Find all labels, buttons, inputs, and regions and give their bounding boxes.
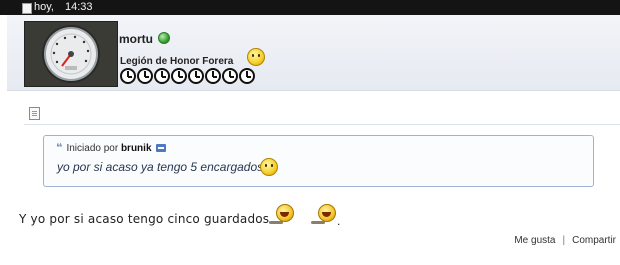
smiley-icon <box>247 48 265 66</box>
avatar[interactable] <box>24 21 118 87</box>
quote-marks-icon: ❝ <box>56 142 63 154</box>
quote-author-link[interactable]: brunik <box>121 143 152 154</box>
clock-badge-icon <box>154 68 170 84</box>
post-icon <box>29 107 40 120</box>
clock-badge-icon <box>120 68 136 84</box>
clock-badge-icon <box>188 68 204 84</box>
goto-post-icon[interactable] <box>155 144 166 152</box>
post-trailing: . <box>337 214 341 228</box>
action-separator: | <box>562 235 566 246</box>
clock-badge-icon <box>205 68 221 84</box>
share-button[interactable]: Compartir <box>572 235 616 246</box>
post-time: 14:33 <box>65 1 93 13</box>
post-divider <box>24 124 620 125</box>
post-message: Y yo por si acaso tengo cinco guardados <box>19 212 270 226</box>
online-status-icon <box>158 32 170 44</box>
laughing-smiley-base <box>269 221 283 224</box>
post-actions: Me gusta | Compartir <box>514 235 616 246</box>
clock-badge-icon <box>171 68 187 84</box>
quote-text: yo por si acaso ya tengo 5 encargados! <box>57 160 267 174</box>
like-button[interactable]: Me gusta <box>514 235 555 246</box>
smiley-icon <box>260 158 278 176</box>
user-title: Legión de Honor Forera <box>120 56 234 67</box>
speedometer-avatar-image <box>25 22 117 86</box>
clock-badge-icon <box>137 68 153 84</box>
laughing-smiley-icon <box>276 204 294 222</box>
clock-badge-icon <box>239 68 255 84</box>
quote-prefix: Iniciado por <box>66 143 119 154</box>
reputation-badges <box>120 68 255 86</box>
laughing-smiley-icon <box>318 204 336 222</box>
date-bar: hoy, 14:33 <box>0 0 620 15</box>
user-info-panel: mortu Legión de Honor Forera <box>7 15 620 91</box>
document-icon <box>22 3 32 14</box>
quote-box: ❝ Iniciado por brunik yo por si acaso ya … <box>43 135 594 187</box>
post-day: hoy, <box>34 1 54 13</box>
clock-badge-icon <box>222 68 238 84</box>
username-link[interactable]: mortu <box>119 32 153 46</box>
quote-header: ❝ Iniciado por brunik <box>56 141 166 154</box>
laughing-smiley-base <box>311 221 325 224</box>
